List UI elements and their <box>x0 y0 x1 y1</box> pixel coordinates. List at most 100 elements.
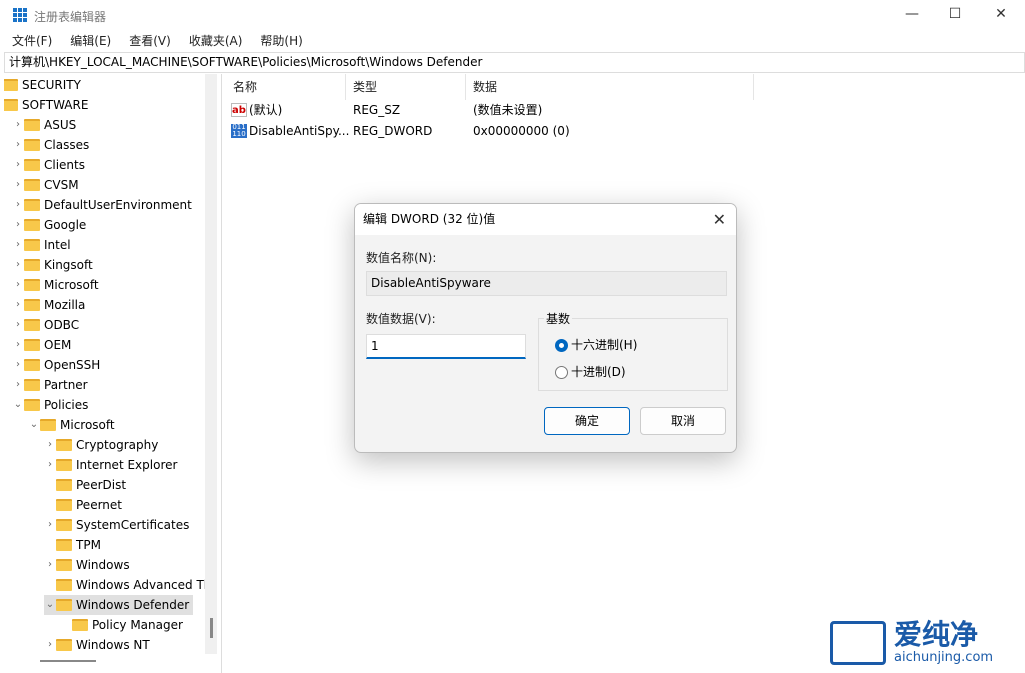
tree-item-label: Windows Defender <box>76 598 190 612</box>
tree-item-label: Clients <box>44 158 85 172</box>
string-value-icon: ab <box>231 103 247 117</box>
ok-button[interactable]: 确定 <box>544 407 630 435</box>
tree-item-label: Windows Advanced Th <box>76 578 212 592</box>
tree-item[interactable]: Policy Manager <box>60 615 183 635</box>
tree-item[interactable]: › Classes <box>12 135 89 155</box>
chevron-icon[interactable]: › <box>12 235 24 255</box>
watermark-url: aichunjing.com <box>894 650 994 665</box>
hex-label: 十六进制(H) <box>571 338 638 352</box>
tree-item[interactable]: SECURITY <box>4 75 81 95</box>
value-row[interactable]: 011 110 DisableAntiSpy... REG_DWORD 0x000… <box>226 121 826 141</box>
tree-item-label: OpenSSH <box>44 358 101 372</box>
minimize-button[interactable]: — <box>902 6 922 22</box>
chevron-icon[interactable]: ⌄ <box>44 595 56 615</box>
tree-item[interactable]: › Mozilla <box>12 295 85 315</box>
tree-item-label: Windows NT <box>76 638 150 652</box>
column-data[interactable]: 数据 <box>466 74 754 100</box>
tree-item[interactable]: PeerDist <box>44 475 126 495</box>
chevron-icon[interactable]: › <box>12 295 24 315</box>
chevron-icon[interactable]: › <box>12 375 24 395</box>
folder-icon <box>56 519 72 531</box>
tree-item[interactable]: › Microsoft <box>12 275 99 295</box>
tree-item[interactable]: ⌄ Microsoft <box>28 415 115 435</box>
tree-item[interactable]: ⌄ Windows Defender <box>44 595 194 615</box>
value-row[interactable]: ab (默认) REG_SZ (数值未设置) <box>226 100 826 120</box>
menu-file[interactable]: 文件(F) <box>6 31 58 51</box>
tree-item[interactable]: › Kingsoft <box>12 255 93 275</box>
tree-item[interactable]: › CVSM <box>12 175 79 195</box>
tree-item[interactable]: › Partner <box>12 375 88 395</box>
chevron-icon[interactable]: › <box>12 155 24 175</box>
menu-favorites[interactable]: 收藏夹(A) <box>183 31 249 51</box>
close-button[interactable]: ✕ <box>991 6 1011 22</box>
hex-radio[interactable]: 十六进制(H) <box>555 336 637 353</box>
folder-icon <box>24 199 40 211</box>
folder-icon <box>4 99 18 111</box>
dialog-close-icon[interactable]: ✕ <box>713 204 726 235</box>
tree-item[interactable]: › Windows <box>44 555 130 575</box>
chevron-icon[interactable]: › <box>12 135 24 155</box>
chevron-icon[interactable]: › <box>12 315 24 335</box>
tree-item[interactable]: › Clients <box>12 155 85 175</box>
chevron-icon[interactable]: › <box>44 455 56 475</box>
tree-item[interactable]: › OEM <box>12 335 71 355</box>
value-data-input[interactable]: 1 <box>366 334 526 359</box>
chevron-icon[interactable]: › <box>12 355 24 375</box>
chevron-icon[interactable]: › <box>44 635 56 655</box>
tree-item[interactable]: TPM <box>44 535 101 555</box>
chevron-icon[interactable]: ⌄ <box>12 395 24 415</box>
chevron-icon[interactable]: › <box>12 195 24 215</box>
folder-icon <box>56 639 72 651</box>
chevron-icon[interactable]: ⌄ <box>28 415 40 435</box>
menu-help[interactable]: 帮助(H) <box>254 31 308 51</box>
chevron-icon[interactable]: › <box>12 215 24 235</box>
tree-item[interactable]: › Cryptography <box>44 435 158 455</box>
radio-selected-icon <box>555 339 568 352</box>
menu-view[interactable]: 查看(V) <box>123 31 177 51</box>
chevron-icon[interactable]: › <box>44 555 56 575</box>
folder-icon <box>24 299 40 311</box>
tree-item[interactable]: › OpenSSH <box>12 355 100 375</box>
folder-icon <box>56 499 72 511</box>
maximize-button[interactable]: ☐ <box>945 6 965 22</box>
tree-scrollbar[interactable] <box>205 74 217 654</box>
decimal-radio[interactable]: 十进制(D) <box>555 363 626 380</box>
column-name[interactable]: 名称 <box>226 74 346 100</box>
folder-icon <box>24 259 40 271</box>
value-data-label: 数值数据(V): <box>366 312 436 326</box>
tree-item[interactable]: › Google <box>12 215 86 235</box>
tree-horizontal-scrollbar[interactable] <box>40 660 96 662</box>
chevron-icon[interactable]: › <box>12 275 24 295</box>
tree-item[interactable]: › SystemCertificates <box>44 515 189 535</box>
menu-edit[interactable]: 编辑(E) <box>64 31 117 51</box>
address-bar[interactable]: 计算机\HKEY_LOCAL_MACHINE\SOFTWARE\Policies… <box>4 52 1025 73</box>
tree-item[interactable]: Peernet <box>44 495 122 515</box>
tree-scrollbar-thumb[interactable] <box>210 618 213 638</box>
menu-bar: 文件(F) 编辑(E) 查看(V) 收藏夹(A) 帮助(H) <box>0 31 309 51</box>
tree-item[interactable]: › Intel <box>12 235 71 255</box>
folder-icon <box>40 419 56 431</box>
folder-icon <box>24 399 40 411</box>
column-type[interactable]: 类型 <box>346 74 466 100</box>
tree-item[interactable]: › DefaultUserEnvironment <box>12 195 192 215</box>
chevron-icon[interactable]: › <box>12 335 24 355</box>
folder-icon <box>72 619 88 631</box>
folder-icon <box>56 459 72 471</box>
tree-item[interactable]: Windows Advanced Th <box>44 575 211 595</box>
tree-item-label: Cryptography <box>76 438 159 452</box>
tree-item[interactable]: › ODBC <box>12 315 79 335</box>
chevron-icon[interactable]: › <box>12 115 24 135</box>
chevron-icon[interactable]: › <box>44 435 56 455</box>
tree-item[interactable]: ⌄ Policies <box>12 395 89 415</box>
chevron-icon[interactable]: › <box>44 515 56 535</box>
tree-item[interactable]: SOFTWARE <box>4 95 88 115</box>
tree-item-label: DefaultUserEnvironment <box>44 198 192 212</box>
tree-item[interactable]: › Windows NT <box>44 635 150 655</box>
tree-item[interactable]: › ASUS <box>12 115 76 135</box>
tree-item-label: Peernet <box>76 498 122 512</box>
chevron-icon[interactable]: › <box>12 255 24 275</box>
chevron-icon[interactable]: › <box>12 175 24 195</box>
cancel-button[interactable]: 取消 <box>640 407 726 435</box>
folder-icon <box>24 159 40 171</box>
tree-item[interactable]: › Internet Explorer <box>44 455 177 475</box>
